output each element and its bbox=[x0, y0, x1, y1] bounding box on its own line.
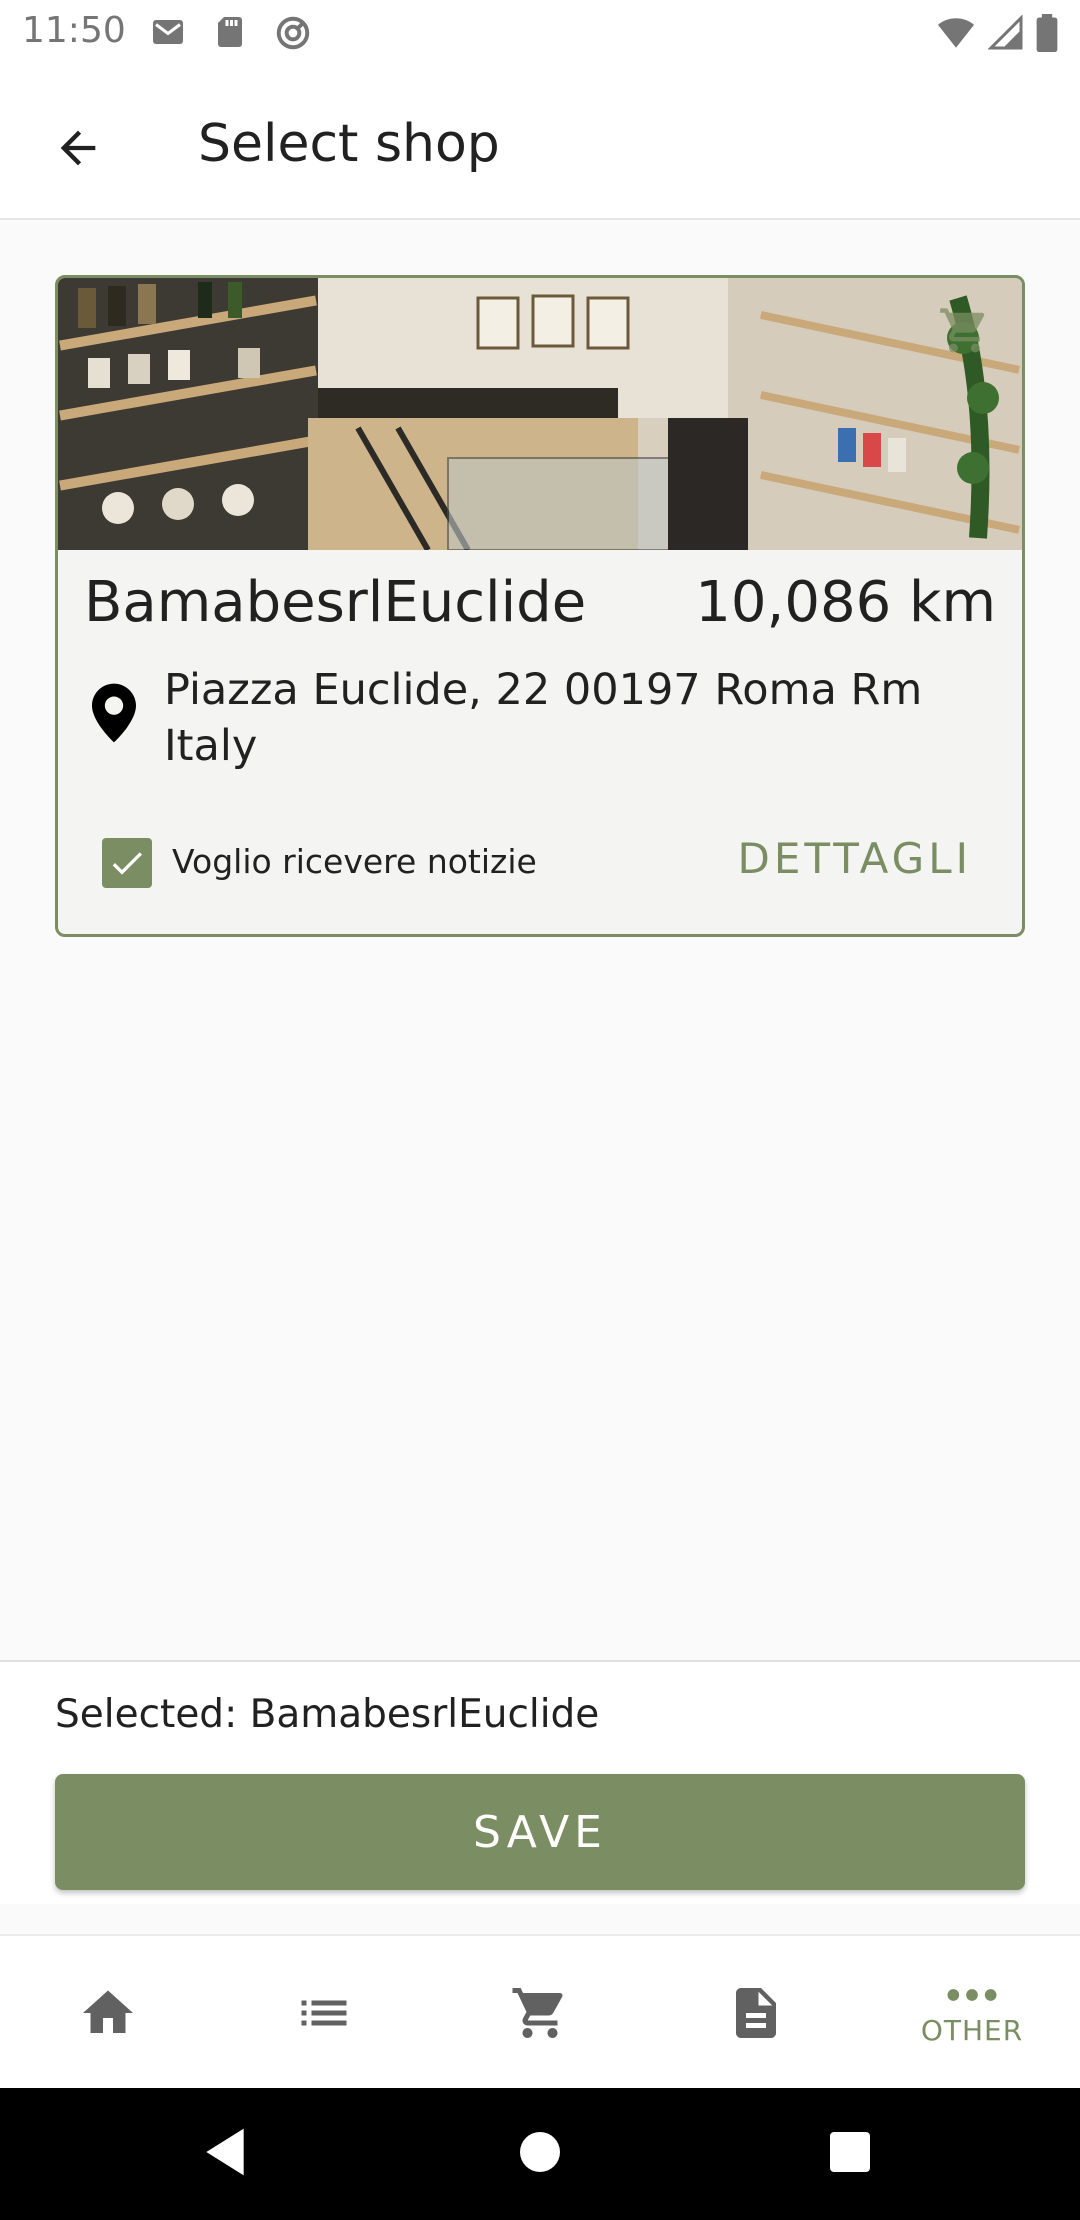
signal-icon bbox=[988, 15, 1023, 50]
more-icon bbox=[947, 1988, 997, 2001]
gmail-icon bbox=[153, 20, 183, 44]
save-button[interactable]: SAVE bbox=[55, 1774, 1025, 1890]
shop-image bbox=[58, 278, 1022, 550]
news-checkbox-label[interactable]: Voglio ricevere notizie bbox=[172, 842, 537, 881]
status-time: 11:50 bbox=[22, 10, 126, 51]
battery-icon bbox=[1036, 14, 1058, 52]
details-button[interactable]: DETTAGLI bbox=[737, 834, 972, 883]
nav-cart[interactable] bbox=[432, 1936, 648, 2090]
system-home-icon[interactable] bbox=[518, 2124, 562, 2180]
cart-icon bbox=[512, 1988, 563, 2038]
location-pin-icon bbox=[92, 683, 136, 743]
back-button[interactable] bbox=[40, 110, 116, 186]
arrow-back-icon bbox=[60, 130, 96, 166]
shop-list[interactable]: BamabesrlEuclide 10,086 km Piazza Euclid… bbox=[0, 220, 1080, 1660]
wifi-icon bbox=[938, 18, 974, 48]
nav-other-label: OTHER bbox=[920, 2013, 1024, 2047]
status-system-icons bbox=[936, 14, 1058, 52]
shop-address: Piazza Euclide, 22 00197 Roma Rm Italy bbox=[164, 665, 923, 771]
nav-documents[interactable] bbox=[648, 1936, 864, 2090]
system-back-icon[interactable] bbox=[200, 2124, 250, 2180]
news-checkbox[interactable] bbox=[102, 838, 152, 888]
selection-panel: Selected: BamabesrlEuclide SAVE bbox=[0, 1660, 1080, 1904]
nav-home[interactable] bbox=[0, 1936, 216, 2090]
check-icon bbox=[112, 852, 142, 875]
list-icon bbox=[301, 2000, 347, 2026]
nav-list[interactable] bbox=[216, 1936, 432, 2090]
sync-icon bbox=[276, 16, 310, 50]
shop-card[interactable]: BamabesrlEuclide 10,086 km Piazza Euclid… bbox=[55, 275, 1025, 937]
shop-name: BamabesrlEuclide bbox=[84, 570, 587, 635]
system-navigation-bar bbox=[0, 2088, 1080, 2220]
nav-other[interactable]: OTHER bbox=[864, 1936, 1080, 2090]
bottom-navigation: OTHER bbox=[0, 1934, 1080, 2088]
page-title: Select shop bbox=[198, 114, 500, 174]
document-icon bbox=[736, 1988, 776, 2038]
app-bar: Select shop bbox=[0, 66, 1080, 220]
home-icon bbox=[83, 1990, 133, 2033]
system-recents-icon[interactable] bbox=[828, 2124, 872, 2180]
selected-shop-text: Selected: BamabesrlEuclide bbox=[55, 1692, 600, 1737]
sd-card-icon bbox=[218, 17, 242, 47]
status-notification-icons bbox=[150, 14, 312, 52]
status-bar: 11:50 bbox=[0, 0, 1080, 66]
shop-distance: 10,086 km bbox=[695, 570, 996, 635]
